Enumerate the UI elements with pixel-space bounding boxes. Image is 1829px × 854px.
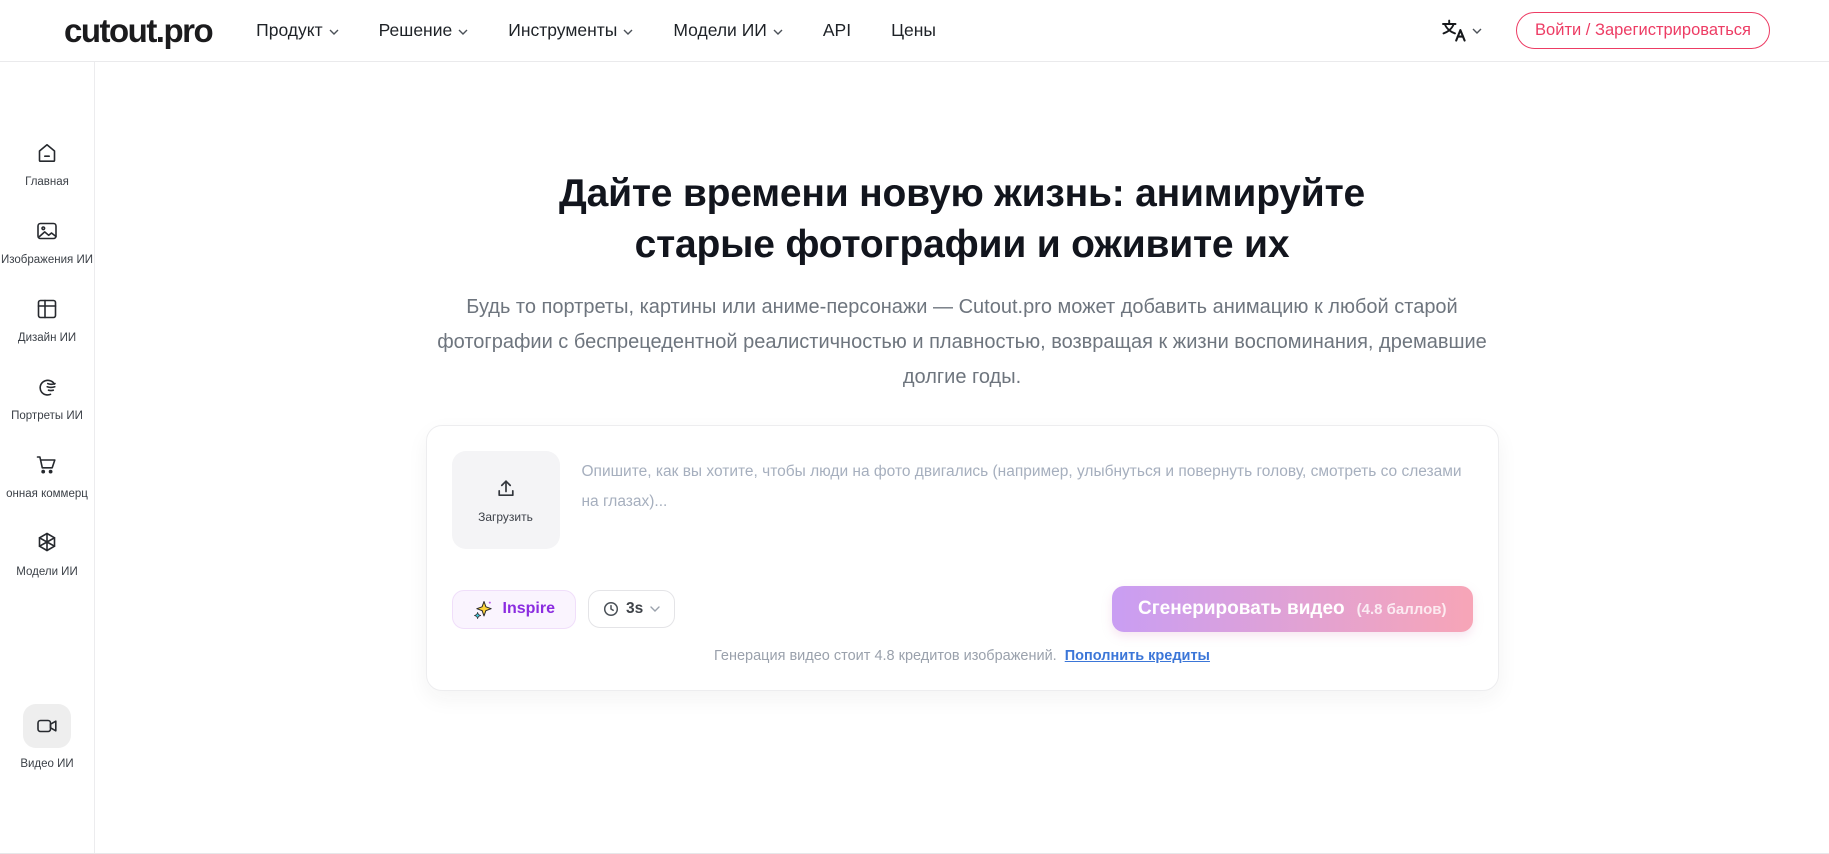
inspire-button[interactable]: Inspire: [451, 589, 576, 629]
upload-button[interactable]: Загрузить: [451, 451, 560, 549]
sidebar-item-label: Главная: [25, 176, 69, 188]
translate-icon: [1442, 19, 1466, 42]
video-generator-card: Загрузить Inspire 3s: [425, 425, 1499, 691]
sidebar-item-label: Видео ИИ: [20, 758, 74, 770]
nav-item-pricing[interactable]: Цены: [891, 20, 936, 41]
top-up-credits-link[interactable]: Пополнить кредиты: [1065, 648, 1210, 664]
page-title: Дайте времени новую жизнь: анимируйте ст…: [95, 168, 1829, 270]
chevron-down-icon: [1472, 28, 1482, 34]
chevron-down-icon: [773, 29, 783, 35]
credit-note: Генерация видео стоит 4.8 кредитов изобр…: [714, 648, 1057, 664]
nav-item-label: Инструменты: [508, 20, 618, 40]
sidebar-item-label: Модели ИИ: [16, 566, 78, 578]
sidebar-item-ai-design[interactable]: Дизайн ИИ: [0, 296, 95, 346]
main-nav: Продукт Решение Инструменты Модели ИИ AP…: [256, 20, 936, 41]
home-icon: [34, 140, 60, 166]
credit-note-row: Генерация видео стоит 4.8 кредитов изобр…: [452, 648, 1473, 672]
upload-icon: [497, 479, 514, 496]
sidebar-item-label: онная коммерц: [6, 488, 88, 500]
page-subtitle: Будь то портреты, картины или аниме-перс…: [437, 296, 1487, 388]
generate-label: Сгенерировать видео: [1138, 598, 1345, 619]
nav-item-solution[interactable]: Решение: [379, 20, 469, 41]
language-selector[interactable]: [1440, 18, 1482, 43]
nav-item-label: Продукт: [256, 20, 323, 40]
login-register-button[interactable]: Войти / Зарегистрироваться: [1516, 12, 1770, 49]
design-icon: [34, 296, 60, 322]
duration-select[interactable]: 3s: [587, 590, 676, 628]
nav-item-ai-models[interactable]: Модели ИИ: [673, 20, 783, 41]
sparkles-icon: [473, 600, 492, 619]
active-item-highlight: [23, 704, 71, 748]
navbar-right: Войти / Зарегистрироваться: [1440, 12, 1770, 49]
prompt-input[interactable]: [581, 451, 1473, 549]
title-line-1: Дайте времени новую жизнь: анимируйте: [559, 172, 1365, 215]
chevron-down-icon: [329, 29, 339, 35]
composer-controls: Inspire 3s Сгенерировать видео (4.8 балл…: [451, 586, 1473, 632]
nav-item-label: Решение: [378, 20, 453, 40]
nav-item-product[interactable]: Продукт: [256, 20, 339, 41]
composer-input-row: Загрузить: [451, 451, 1473, 549]
sidebar-item-ai-video[interactable]: Видео ИИ: [0, 704, 95, 772]
sidebar-item-label: Изображения ИИ: [1, 254, 93, 266]
cart-icon: [34, 452, 60, 478]
inspire-label: Inspire: [502, 600, 555, 617]
nav-item-label: API: [822, 20, 852, 40]
clock-icon: [603, 601, 619, 617]
sidebar-item-home[interactable]: Главная: [0, 140, 95, 190]
sidebar-item-label: Дизайн ИИ: [17, 332, 77, 344]
portrait-icon: [34, 374, 60, 400]
sidebar-item-ai-images[interactable]: Изображения ИИ: [0, 218, 95, 268]
nav-item-api[interactable]: API: [823, 20, 851, 41]
sidebar-item-ecommerce[interactable]: онная коммерц: [0, 452, 95, 502]
upload-label: Загрузить: [478, 509, 533, 524]
brand-logo[interactable]: cutout.pro: [64, 12, 214, 50]
generate-video-button[interactable]: Сгенерировать видео (4.8 баллов): [1112, 586, 1473, 632]
nav-item-label: Цены: [891, 20, 936, 40]
generate-cost-badge: (4.8 баллов): [1356, 600, 1447, 618]
chevron-down-icon: [623, 29, 633, 35]
left-sidebar: Главная Изображения ИИ Дизайн ИИ Портрет…: [0, 62, 95, 854]
top-navbar: cutout.pro Продукт Решение Инструменты М…: [0, 0, 1829, 62]
duration-label: 3s: [625, 600, 644, 617]
nav-item-label: Модели ИИ: [673, 20, 767, 40]
sidebar-item-label: Портреты ИИ: [11, 410, 83, 422]
title-line-2: старые фотографии и оживите их: [634, 223, 1290, 266]
chevron-down-icon: [650, 606, 660, 612]
cube-icon: [34, 530, 60, 556]
chevron-down-icon: [458, 29, 468, 35]
image-icon: [34, 218, 60, 244]
video-icon: [34, 713, 60, 739]
sidebar-item-ai-portraits[interactable]: Портреты ИИ: [0, 374, 95, 424]
main-content: Дайте времени новую жизнь: анимируйте ст…: [95, 62, 1829, 854]
sidebar-item-ai-models[interactable]: Модели ИИ: [0, 530, 95, 580]
nav-item-tools[interactable]: Инструменты: [508, 20, 633, 41]
